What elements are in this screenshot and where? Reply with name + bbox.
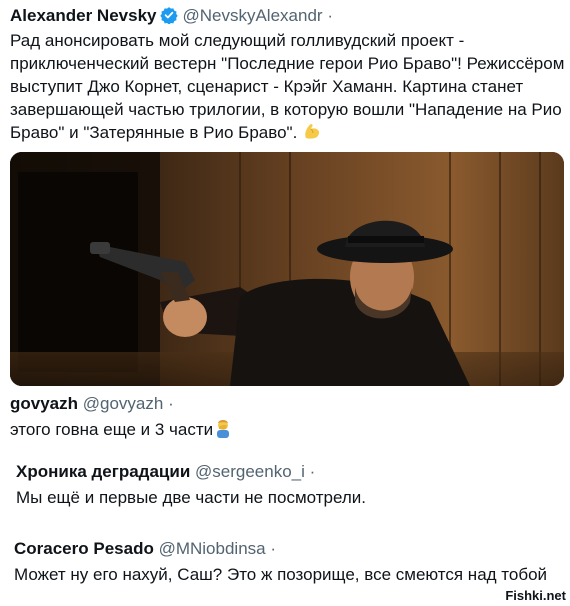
post-text-line-last: Браво" и "Затерянные в Рио Браво". <box>10 121 565 147</box>
comment-text-row: этого говна еще и 3 части <box>10 418 233 444</box>
commenter-handle[interactable]: @MNiobdinsa <box>159 539 266 558</box>
post-text-line: завершающей частью трилогии, в которую в… <box>10 100 562 119</box>
verified-badge-icon <box>160 6 179 29</box>
commenter-name[interactable]: Coracero Pesado <box>14 539 154 558</box>
commenter-name[interactable]: Хроника деградации <box>16 462 190 481</box>
header-separator: · <box>327 6 333 25</box>
western-scene-image <box>10 152 564 386</box>
commenter-handle[interactable]: @govyazh <box>83 394 164 413</box>
post-media-image[interactable] <box>10 152 564 386</box>
comment-header: Coracero Pesado @MNiobdinsa · <box>14 539 276 559</box>
header-separator: · <box>168 394 174 413</box>
post-text-line: Рад анонсировать мой следующий голливудс… <box>10 31 465 50</box>
commenter-handle[interactable]: @sergeenko_i <box>195 462 305 481</box>
post-text: Рад анонсировать мой следующий голливудс… <box>10 29 565 147</box>
commenter-name[interactable]: govyazh <box>10 394 78 413</box>
header-separator: · <box>309 462 316 481</box>
comment-text: Мы ещё и первые две части не посмотрели. <box>16 488 367 507</box>
watermark: Fishki.net <box>505 588 566 603</box>
flexed-biceps-icon <box>302 121 322 147</box>
man-facepalming-icon <box>213 418 233 444</box>
header-separator: · <box>270 539 277 558</box>
comment-header: Хроника деградации @sergeenko_i · <box>16 462 315 482</box>
author-handle[interactable]: @NevskyAlexandr <box>182 6 322 25</box>
post-header: Alexander Nevsky @NevskyAlexandr · <box>10 6 333 29</box>
comment-text: этого говна еще и 3 части <box>10 420 214 439</box>
comment-text: Может ну его нахуй, Саш? Это ж позорище,… <box>14 565 548 584</box>
author-name[interactable]: Alexander Nevsky <box>10 6 156 25</box>
post-text-line: приключенческий вестерн "Последние герои… <box>10 54 565 73</box>
comment-header: govyazh @govyazh · <box>10 394 174 414</box>
post-text-line: Браво" и "Затерянные в Рио Браво". <box>10 123 298 142</box>
post-text-line: выступит Джо Корнет, сценарист - Крэйг Х… <box>10 77 524 96</box>
